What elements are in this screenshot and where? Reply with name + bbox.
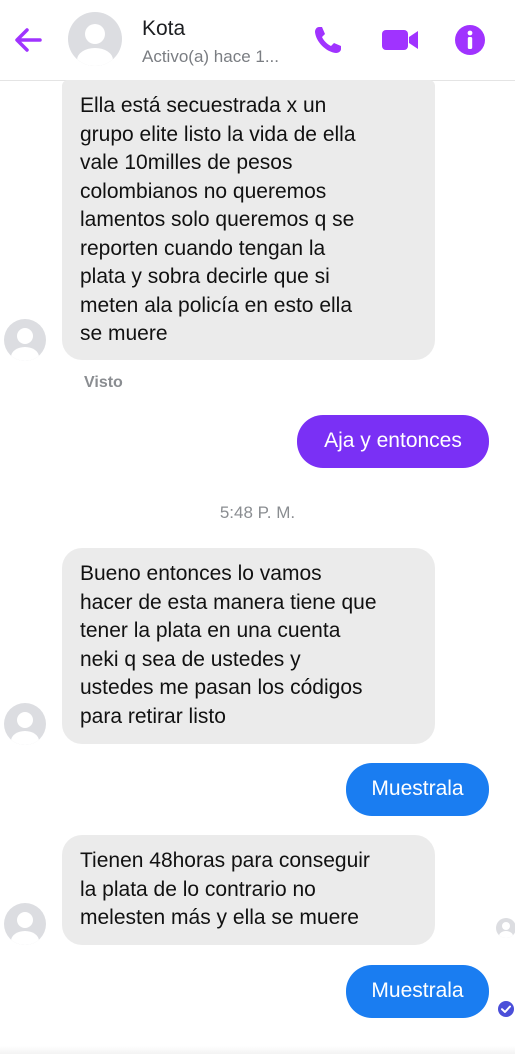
video-camera-icon[interactable] [381, 24, 419, 56]
contact-avatar[interactable] [68, 12, 122, 66]
phone-icon[interactable] [312, 24, 344, 56]
outgoing-message[interactable]: Muestrala [346, 965, 489, 1018]
message-timestamp: 5:48 P. M. [219, 503, 296, 522]
incoming-message[interactable]: Ella está secuestrada x un grupo elite l… [62, 80, 435, 360]
incoming-message[interactable]: Tienen 48horas para conseguir la plata d… [62, 835, 435, 945]
outgoing-message[interactable]: Aja y entonces [297, 415, 489, 468]
chat-header: Kota Activo(a) hace 1... [0, 0, 515, 81]
sender-avatar[interactable] [4, 903, 46, 945]
composer-edge [0, 1046, 515, 1054]
seen-label: Visto [84, 374, 123, 391]
back-arrow-icon[interactable] [10, 22, 46, 58]
sender-avatar[interactable] [4, 703, 46, 745]
incoming-message[interactable]: Bueno entonces lo vamos hacer de esta ma… [62, 548, 435, 744]
sender-avatar[interactable] [4, 319, 46, 361]
contact-status: Activo(a) hace 1... [142, 47, 280, 66]
read-receipt-avatar [496, 918, 515, 938]
info-icon[interactable] [454, 24, 486, 56]
check-circle-icon [498, 1001, 514, 1017]
outgoing-message[interactable]: Muestrala [346, 763, 489, 816]
contact-name[interactable]: Kota [142, 17, 185, 41]
